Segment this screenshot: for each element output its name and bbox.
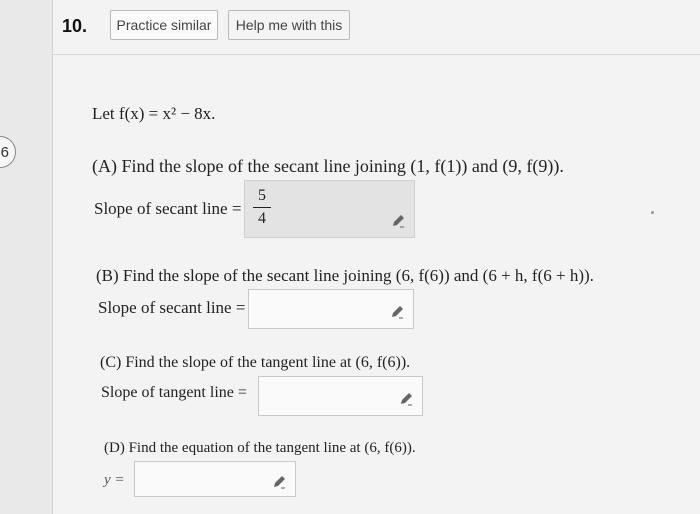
part-a-prompt: (A) Find the slope of the secant line jo… xyxy=(92,156,564,176)
part-c-label: Slope of tangent line = xyxy=(101,384,247,401)
function-definition: Let f(x) = x² − 8x. xyxy=(92,104,216,123)
part-b-prompt: (B) Find the slope of the secant line jo… xyxy=(96,266,594,285)
part-c-answer-field[interactable] xyxy=(258,376,423,416)
pencil-icon[interactable] xyxy=(398,391,414,407)
pencil-icon[interactable] xyxy=(389,304,405,320)
part-b-answer-field[interactable] xyxy=(248,289,414,329)
header-divider xyxy=(52,54,700,55)
part-c-prompt: (C) Find the slope of the tangent line a… xyxy=(100,354,411,371)
part-a-label: Slope of secant line = xyxy=(94,199,242,218)
part-d-label: y = xyxy=(104,472,125,488)
help-me-button[interactable]: Help me with this xyxy=(228,10,350,40)
fraction-numerator: 5 xyxy=(258,187,266,204)
stray-dot xyxy=(651,211,654,214)
answer-fraction: 5 4 xyxy=(251,187,273,228)
part-d-answer-field[interactable] xyxy=(134,461,296,497)
practice-similar-button[interactable]: Practice similar xyxy=(110,10,218,40)
pencil-icon[interactable] xyxy=(271,474,287,490)
part-d-prompt: (D) Find the equation of the tangent lin… xyxy=(104,440,416,456)
fraction-denominator: 4 xyxy=(258,210,266,227)
question-number: 10. xyxy=(62,16,88,36)
left-sidebar-strip xyxy=(0,0,53,514)
fraction-bar xyxy=(253,207,271,208)
pencil-icon[interactable] xyxy=(390,213,406,229)
part-a-answer-field[interactable]: 5 4 xyxy=(244,180,415,238)
part-b-label: Slope of secant line = xyxy=(98,298,246,317)
